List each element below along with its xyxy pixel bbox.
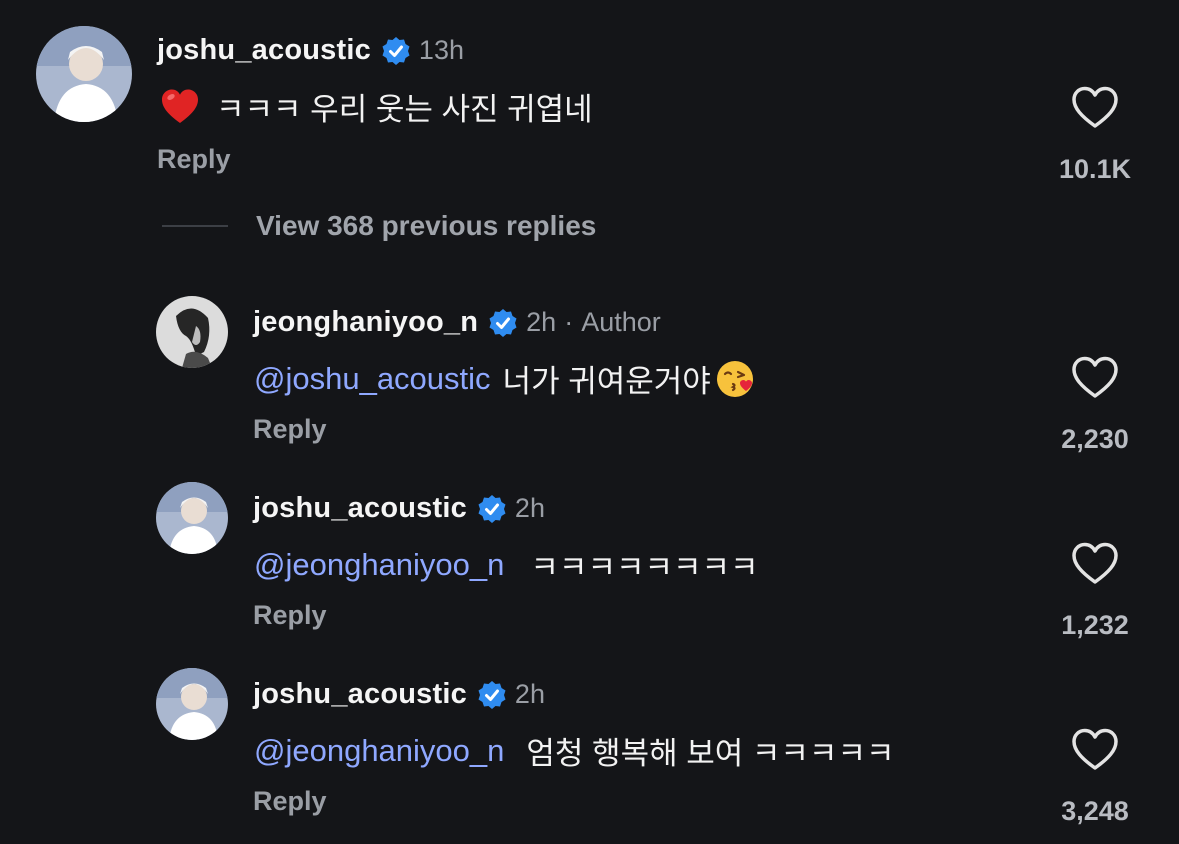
timestamp: 2h — [514, 493, 545, 523]
mention-link[interactable]: @joshu_acoustic — [254, 361, 491, 397]
username[interactable]: jeonghaniyoo_n — [253, 306, 478, 339]
like-count: 10.1K — [1058, 154, 1132, 184]
like-count: 2,230 — [1061, 424, 1129, 454]
verified-badge-icon — [477, 494, 507, 524]
reply-text: ㅋㅋㅋㅋㅋㅋㅋㅋ — [530, 550, 759, 585]
reply-text: 엄청 행복해 보여 ㅋㅋㅋㅋㅋ — [526, 736, 895, 771]
reply-button[interactable]: Reply — [253, 414, 327, 445]
timestamp: 2h — [514, 679, 545, 709]
kissing-heart-emoji-icon — [715, 359, 755, 399]
reply-button[interactable]: Reply — [253, 786, 327, 817]
like-control: 3,248 — [1040, 728, 1150, 827]
view-previous-replies-button[interactable]: View 368 previous replies — [162, 210, 596, 242]
reply-comment: joshu_acoustic 2h @jeonghaniyoo_n 엄청 행복해… — [0, 662, 1179, 844]
reply-button[interactable]: Reply — [253, 600, 327, 631]
mention-link[interactable]: @jeonghaniyoo_n — [254, 547, 504, 583]
like-control: 2,230 — [1040, 356, 1150, 455]
heart-outline-icon[interactable] — [1071, 356, 1119, 400]
reply-button[interactable]: Reply — [157, 144, 231, 175]
verified-badge-icon — [381, 36, 411, 66]
username[interactable]: joshu_acoustic — [253, 492, 467, 525]
author-badge: Author — [581, 307, 661, 337]
like-count: 3,248 — [1061, 796, 1129, 826]
heart-outline-icon[interactable] — [1071, 728, 1119, 772]
like-control: 1,232 — [1040, 542, 1150, 641]
username[interactable]: joshu_acoustic — [157, 34, 371, 67]
reply-comment: jeonghaniyoo_n 2h · Author @joshu_acoust… — [0, 290, 1179, 470]
like-control: 10.1K — [1040, 86, 1150, 185]
reply-comment: joshu_acoustic 2h @jeonghaniyoo_n ㅋㅋㅋㅋㅋㅋ… — [0, 476, 1179, 656]
divider-line — [162, 225, 228, 227]
username[interactable]: joshu_acoustic — [253, 678, 467, 711]
comment-text: ㅋㅋㅋ 우리 웃는 사진 귀엽네 — [216, 92, 593, 127]
avatar[interactable] — [156, 296, 228, 368]
avatar[interactable] — [156, 482, 228, 554]
comment-main: joshu_acoustic 13h ㅋㅋㅋ 우리 웃는 사진 귀엽네 Repl… — [0, 0, 1179, 200]
timestamp: 2h — [526, 307, 557, 337]
verified-badge-icon — [488, 308, 518, 338]
avatar[interactable] — [36, 26, 132, 122]
red-heart-emoji-icon — [160, 87, 200, 127]
mention-link[interactable]: @jeonghaniyoo_n — [254, 733, 504, 769]
verified-badge-icon — [477, 680, 507, 710]
separator-dot: · — [564, 307, 574, 337]
view-replies-label: View 368 previous replies — [256, 210, 597, 241]
heart-outline-icon[interactable] — [1071, 542, 1119, 586]
timestamp: 13h — [418, 35, 464, 65]
avatar[interactable] — [156, 668, 228, 740]
like-count: 1,232 — [1061, 610, 1129, 640]
heart-outline-icon[interactable] — [1071, 86, 1119, 130]
reply-text: 너가 귀여운거야 — [502, 364, 711, 399]
